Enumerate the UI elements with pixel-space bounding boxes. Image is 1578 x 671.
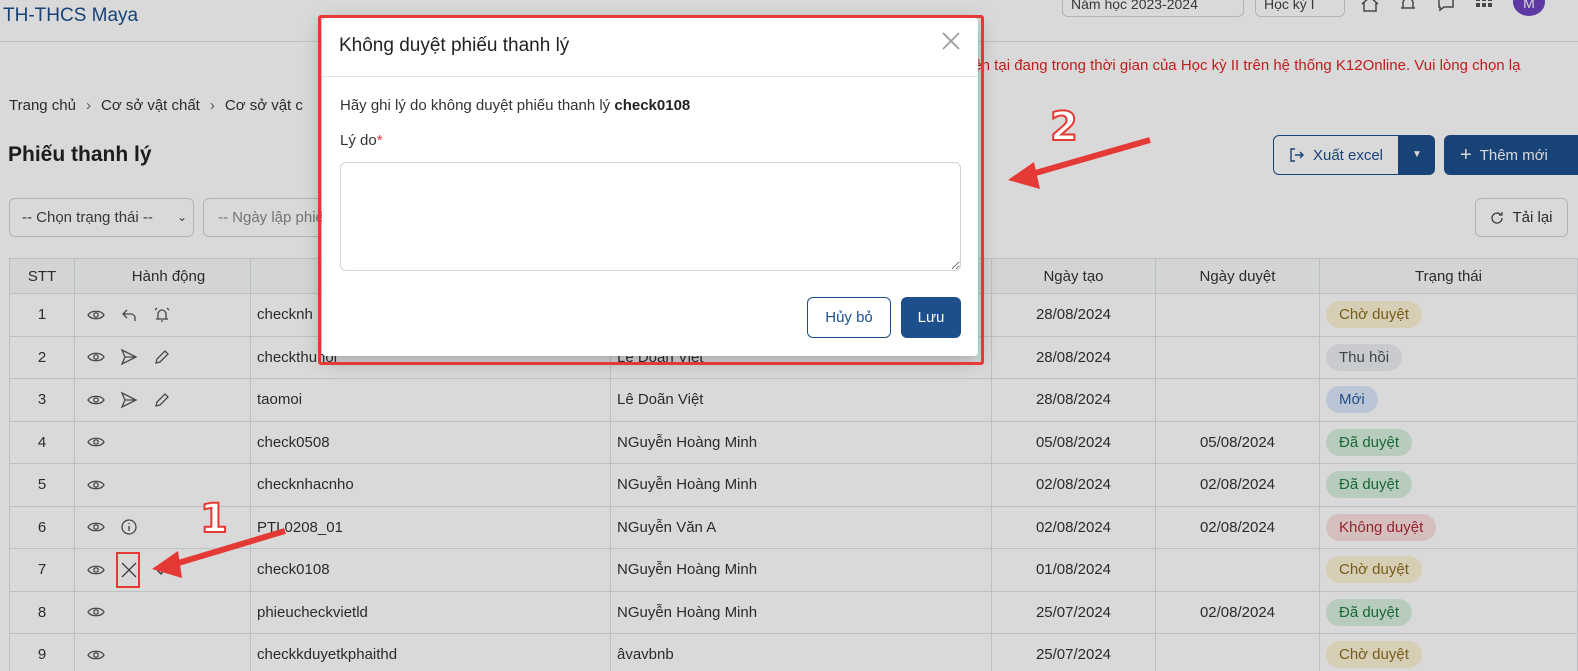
cancel-button[interactable]: Hủy bỏ [807, 297, 891, 338]
modal-header: Không duyệt phiếu thanh lý [322, 18, 978, 77]
modal-message-code: check0108 [614, 97, 691, 114]
required-mark: * [376, 132, 383, 149]
modal-message: Hãy ghi lý do không duyệt phiếu thanh lý… [340, 97, 690, 114]
annotation-highlight-reject [116, 552, 140, 588]
modal-message-text: Hãy ghi lý do không duyệt phiếu thanh lý [340, 97, 615, 114]
close-icon[interactable] [940, 30, 962, 52]
save-button[interactable]: Lưu [901, 297, 961, 338]
annotation-step-1: 1 [199, 495, 229, 543]
annotation-step-2: 2 [1049, 103, 1079, 151]
reason-label: Lý do* [340, 132, 383, 149]
reason-textarea[interactable] [340, 162, 961, 271]
reject-modal: Không duyệt phiếu thanh lý Hãy ghi lý do… [322, 18, 978, 356]
reason-label-text: Lý do [340, 132, 377, 149]
modal-title: Không duyệt phiếu thanh lý [339, 35, 570, 56]
